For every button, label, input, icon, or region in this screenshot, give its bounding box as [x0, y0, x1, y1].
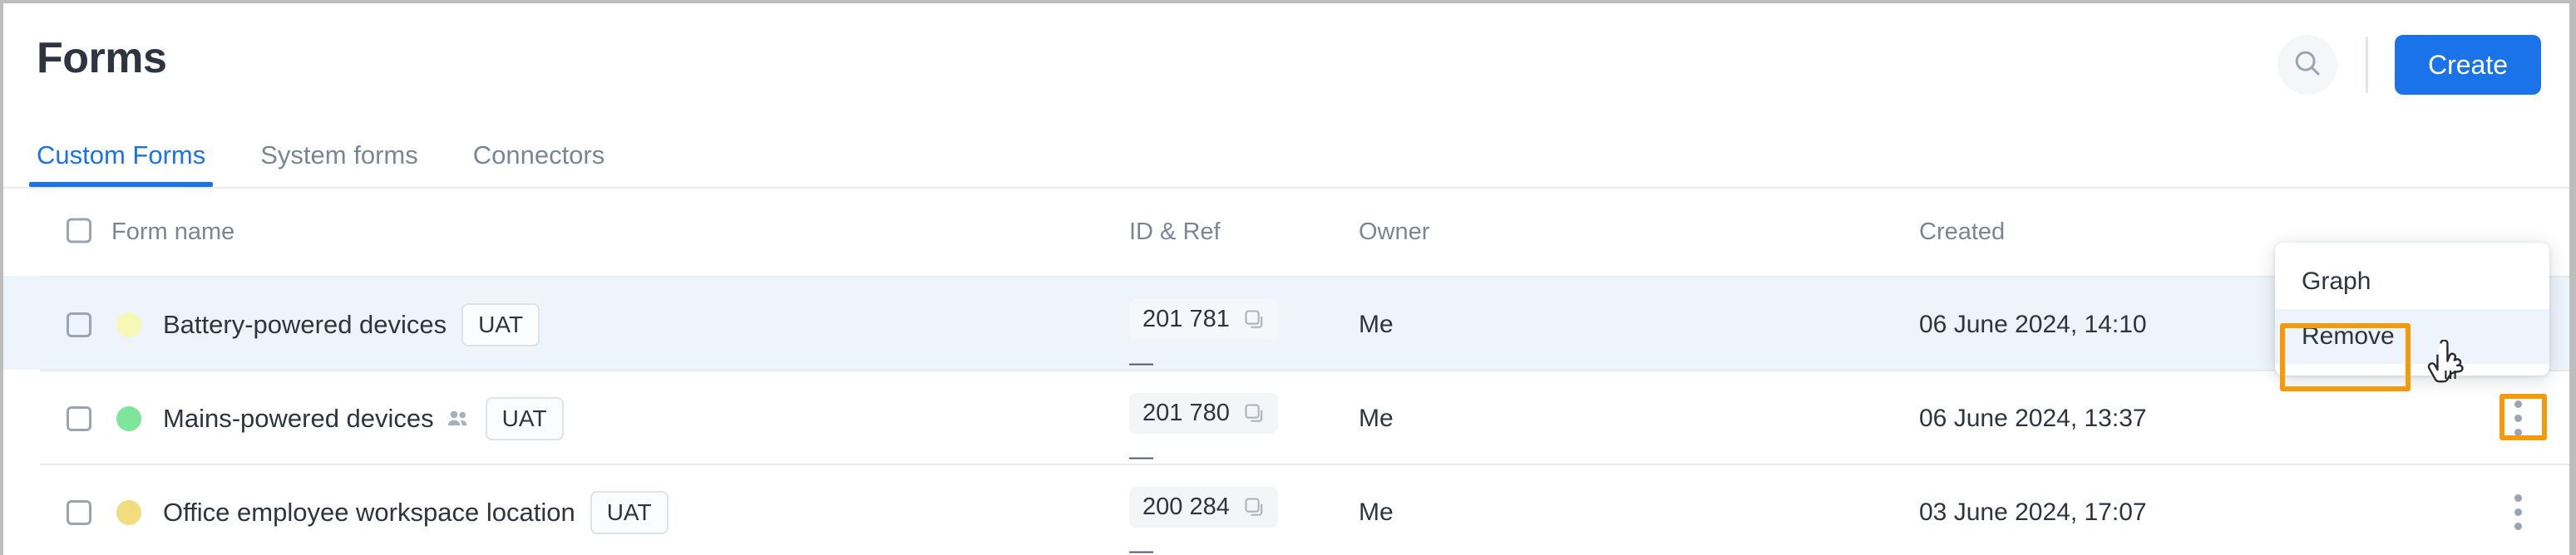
form-name[interactable]: Mains-powered devices — [163, 404, 434, 434]
form-id: 201 780 — [1142, 400, 1230, 426]
row-id-cell: 201 780 — — [1129, 393, 1278, 471]
status-dot — [116, 499, 141, 525]
search-button[interactable] — [2277, 35, 2337, 95]
page-header: Forms Create — [3, 3, 2573, 130]
menu-item-graph[interactable]: Graph — [2275, 254, 2549, 309]
forms-table: Form name ID & Ref Owner Created Battery… — [3, 189, 2573, 555]
row-checkbox[interactable] — [67, 499, 91, 525]
row-owner: Me — [1359, 310, 1394, 338]
column-header-owner[interactable]: Owner — [1359, 219, 1429, 246]
column-header-form-name[interactable]: Form name — [111, 219, 234, 246]
column-header-id-ref[interactable]: ID & Ref — [1129, 219, 1221, 246]
copy-id-chip[interactable]: 201 781 — [1129, 299, 1278, 340]
kebab-menu-icon — [2514, 400, 2522, 436]
copy-icon — [1243, 496, 1266, 519]
form-name[interactable]: Office employee workspace location — [163, 498, 575, 528]
create-button[interactable]: Create — [2394, 35, 2541, 95]
row-actions-button[interactable] — [2500, 371, 2536, 465]
window-right-edge — [2569, 3, 2573, 555]
status-dot — [116, 405, 141, 431]
form-id: 200 284 — [1142, 494, 1230, 520]
row-created: 06 June 2024, 14:10 — [1919, 310, 2147, 338]
header-divider — [2365, 37, 2368, 93]
column-header-created[interactable]: Created — [1919, 219, 2005, 246]
search-icon — [2292, 47, 2323, 83]
row-id-cell: 201 781 — — [1129, 299, 1278, 377]
row-created: 06 June 2024, 13:37 — [1919, 404, 2147, 432]
form-name[interactable]: Battery-powered devices — [163, 310, 447, 340]
environment-badge: UAT — [461, 302, 540, 346]
row-checkbox[interactable] — [67, 405, 91, 431]
tab-system-forms[interactable]: System forms — [260, 140, 417, 187]
forms-page: Forms Create Custom Forms System forms C… — [0, 0, 2576, 555]
row-name-cell: Mains-powered devices UAT — [67, 371, 564, 465]
copy-icon — [1243, 308, 1266, 332]
copy-icon — [1243, 402, 1266, 425]
status-dot — [116, 312, 141, 337]
environment-badge: UAT — [590, 490, 669, 534]
tab-custom-forms[interactable]: Custom Forms — [28, 140, 214, 187]
header-actions: Create — [2277, 33, 2541, 96]
shared-users-icon — [446, 406, 471, 431]
row-checkbox[interactable] — [67, 312, 91, 337]
table-header-row: Form name ID & Ref Owner Created — [3, 189, 2573, 276]
table-row[interactable]: Office employee workspace location UAT 2… — [3, 464, 2573, 555]
row-id-cell: 200 284 — — [1129, 487, 1278, 555]
row-context-menu: Graph Remove — [2275, 243, 2549, 376]
row-created: 03 June 2024, 17:07 — [1919, 498, 2147, 526]
row-owner: Me — [1359, 498, 1394, 526]
row-name-cell: Office employee workspace location UAT — [67, 465, 669, 555]
environment-badge: UAT — [485, 396, 564, 440]
table-row[interactable]: Battery-powered devices UAT 201 781 — Me… — [3, 276, 2573, 376]
kebab-menu-icon — [2514, 494, 2522, 530]
copy-id-chip[interactable]: 200 284 — [1129, 487, 1278, 528]
tab-bar: Custom Forms System forms Connectors — [28, 132, 659, 187]
select-all-checkbox[interactable] — [67, 218, 91, 247]
menu-item-remove[interactable]: Remove — [2275, 309, 2549, 364]
checkbox-icon — [67, 218, 91, 243]
page-title: Forms — [37, 34, 167, 82]
form-id: 201 781 — [1142, 306, 1230, 332]
row-actions-button[interactable] — [2500, 465, 2536, 555]
row-name-cell: Battery-powered devices UAT — [67, 278, 540, 371]
form-ref: — — [1129, 538, 1153, 555]
copy-id-chip[interactable]: 201 780 — [1129, 393, 1278, 434]
row-owner: Me — [1359, 404, 1394, 432]
table-row[interactable]: Mains-powered devices UAT 201 780 — Me 0… — [3, 370, 2573, 470]
tab-connectors[interactable]: Connectors — [473, 140, 605, 187]
